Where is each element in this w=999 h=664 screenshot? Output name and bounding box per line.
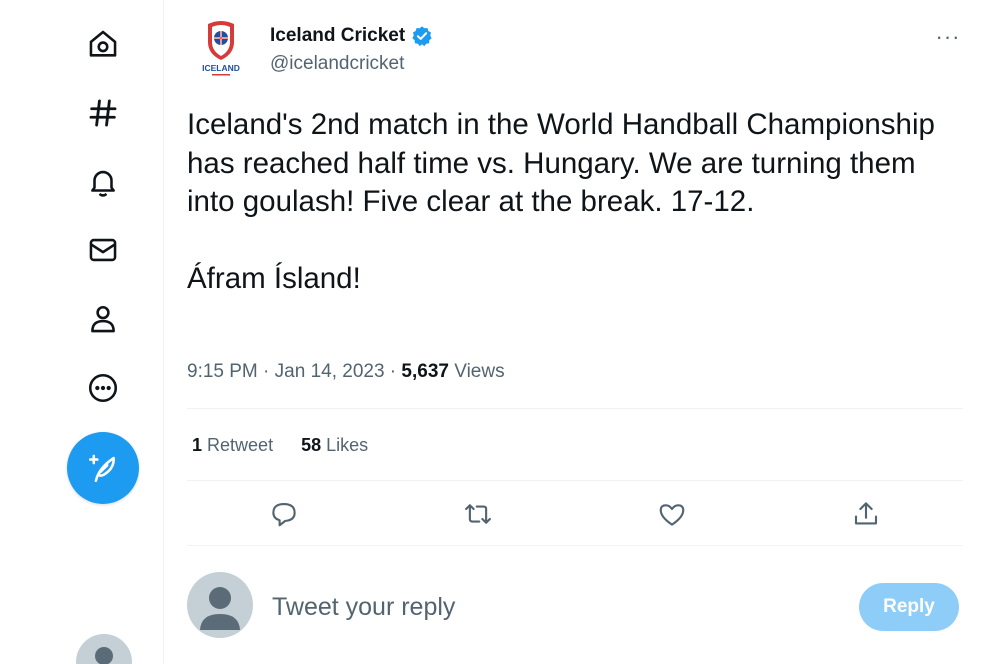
nav-profile[interactable] [78, 294, 128, 344]
share-icon [854, 502, 878, 525]
divider [187, 408, 963, 409]
avatar-logo-text: ICELAND [202, 63, 240, 73]
default-avatar-icon [200, 587, 240, 630]
views-label: Views [454, 361, 505, 382]
account-avatar[interactable] [76, 634, 132, 664]
feather-plus-icon [88, 454, 115, 483]
retweet-button[interactable] [456, 492, 500, 536]
verified-badge-icon [412, 26, 432, 47]
author-handle[interactable]: @icelandcricket [270, 53, 404, 75]
likes-stat[interactable]: 58 Likes [301, 435, 368, 456]
compose-tweet-button[interactable] [67, 432, 139, 504]
person-icon [91, 305, 115, 333]
tweet-actions [187, 492, 963, 536]
home-icon [89, 30, 117, 57]
iceland-cricket-logo: ICELAND [202, 21, 240, 76]
sidebar-nav [0, 0, 164, 664]
tweet-detail: ICELAND Iceland Cricket @icelandcricket … [164, 0, 999, 664]
tweet-date[interactable]: Jan 14, 2023 [275, 361, 385, 382]
nav-explore[interactable] [78, 88, 128, 138]
more-circle-icon [88, 373, 118, 403]
more-options-button[interactable]: ··· [930, 20, 966, 54]
more-options-icon: ··· [935, 24, 961, 49]
retweet-icon [465, 504, 491, 524]
meta-separator: · [384, 361, 402, 382]
divider [187, 545, 963, 546]
nav-notifications[interactable] [78, 157, 128, 207]
nav-messages[interactable] [78, 225, 128, 275]
likes-label: Likes [326, 435, 369, 455]
like-icon [659, 504, 685, 526]
envelope-icon [89, 238, 117, 262]
retweets-label: Retweet [207, 435, 274, 455]
author-name[interactable]: Iceland Cricket [270, 25, 433, 47]
meta-separator: · [257, 361, 275, 382]
likes-count: 58 [301, 435, 322, 455]
tweet-stats: 1 Retweet 58 Likes [192, 435, 368, 456]
author-name-text: Iceland Cricket [270, 25, 406, 46]
share-button[interactable] [844, 492, 888, 536]
author-avatar[interactable]: ICELAND [188, 16, 254, 82]
retweets-stat[interactable]: 1 Retweet [192, 435, 273, 456]
bell-icon [91, 170, 115, 197]
current-user-avatar[interactable] [187, 572, 253, 638]
reply-submit-button[interactable]: Reply [859, 583, 959, 631]
default-avatar-icon [95, 647, 113, 664]
reply-button[interactable] [262, 492, 306, 536]
tweet-page: ICELAND Iceland Cricket @icelandcricket … [0, 0, 999, 664]
tweet-meta: 9:15 PM · Jan 14, 2023 · 5,637 Views [187, 361, 505, 383]
reply-icon [272, 502, 296, 527]
nav-more[interactable] [78, 363, 128, 413]
nav-home[interactable] [78, 19, 128, 69]
hashtag-icon [89, 99, 117, 127]
views-count: 5,637 [401, 361, 449, 382]
tweet-text: Iceland's 2nd match in the World Handbal… [187, 108, 935, 295]
like-button[interactable] [650, 492, 694, 536]
divider [187, 480, 963, 481]
tweet-time[interactable]: 9:15 PM [187, 361, 258, 382]
retweets-count: 1 [192, 435, 203, 455]
reply-input[interactable] [270, 586, 834, 628]
